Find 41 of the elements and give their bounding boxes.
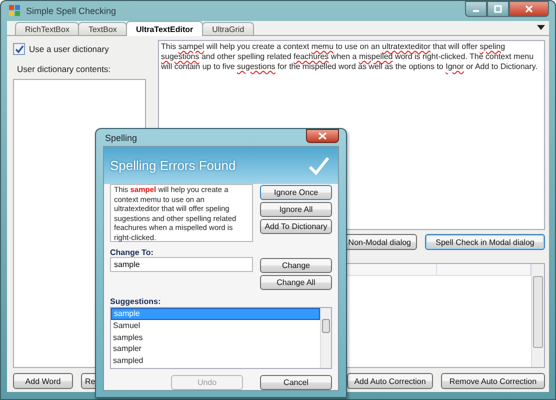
button[interactable]: Ignore Once <box>260 185 332 200</box>
list-item[interactable]: sampler <box>111 343 320 354</box>
dropdown-arrow-icon[interactable] <box>537 25 545 30</box>
banner-title: Spelling Errors Found <box>110 158 236 173</box>
tab[interactable]: UltraGrid <box>202 22 254 35</box>
dictionary-contents-label: User dictionary contents: <box>17 64 112 74</box>
cancel-button[interactable]: Cancel <box>260 375 332 390</box>
button[interactable]: Change All <box>260 275 332 290</box>
button[interactable]: Add Auto Correction <box>347 373 433 389</box>
app-icon <box>9 5 21 17</box>
list-item[interactable]: Samuel <box>111 320 320 332</box>
close-icon <box>525 5 533 13</box>
button[interactable]: Change <box>260 258 332 273</box>
button[interactable]: Add To Dictionary <box>260 219 332 234</box>
window-title: Simple Spell Checking <box>26 6 118 16</box>
dialog-title: Spelling <box>104 132 138 142</box>
close-button[interactable] <box>509 1 549 17</box>
scrollbar[interactable] <box>531 264 544 367</box>
list-item[interactable]: sampled <box>111 354 320 366</box>
maximize-icon <box>494 5 502 13</box>
spell-check-button[interactable]: Spell Check in Modal dialog <box>425 234 545 250</box>
close-icon <box>318 132 327 140</box>
suggestions-list[interactable]: sample Samuel samples sampler sampled <box>110 307 332 369</box>
change-to-label: Change To: <box>110 248 154 257</box>
change-to-field[interactable]: sample <box>110 257 253 272</box>
tab[interactable]: RichTextBox <box>15 22 80 35</box>
checkbox[interactable] <box>13 43 25 55</box>
list-item[interactable]: samples <box>111 332 320 343</box>
close-button[interactable] <box>306 129 339 143</box>
checkbox-label: Use a user dictionary <box>29 44 109 54</box>
tab[interactable]: UltraTextEditor <box>126 21 204 36</box>
suggestions-label: Suggestions: <box>110 297 162 306</box>
maximize-button[interactable] <box>487 1 509 17</box>
checkmark-icon <box>308 156 330 176</box>
scrollbar[interactable] <box>320 308 331 368</box>
button[interactable]: Add Word <box>13 373 73 389</box>
button[interactable]: Ignore All <box>260 202 332 217</box>
editor-text: This sampel will help you create a context memu to use on an ultratexteditor that will offer speling sugestions and other spelling related feachures when a mispelled word is right-clicked. The context menu will contain up to five sugestions for the mispelled word as well as the options to Ignor or Add to Dictionary. <box>161 42 539 72</box>
tab[interactable]: TextBox <box>78 22 127 35</box>
button[interactable]: Remove Auto Correction <box>441 373 545 389</box>
minimize-button[interactable] <box>465 1 487 17</box>
